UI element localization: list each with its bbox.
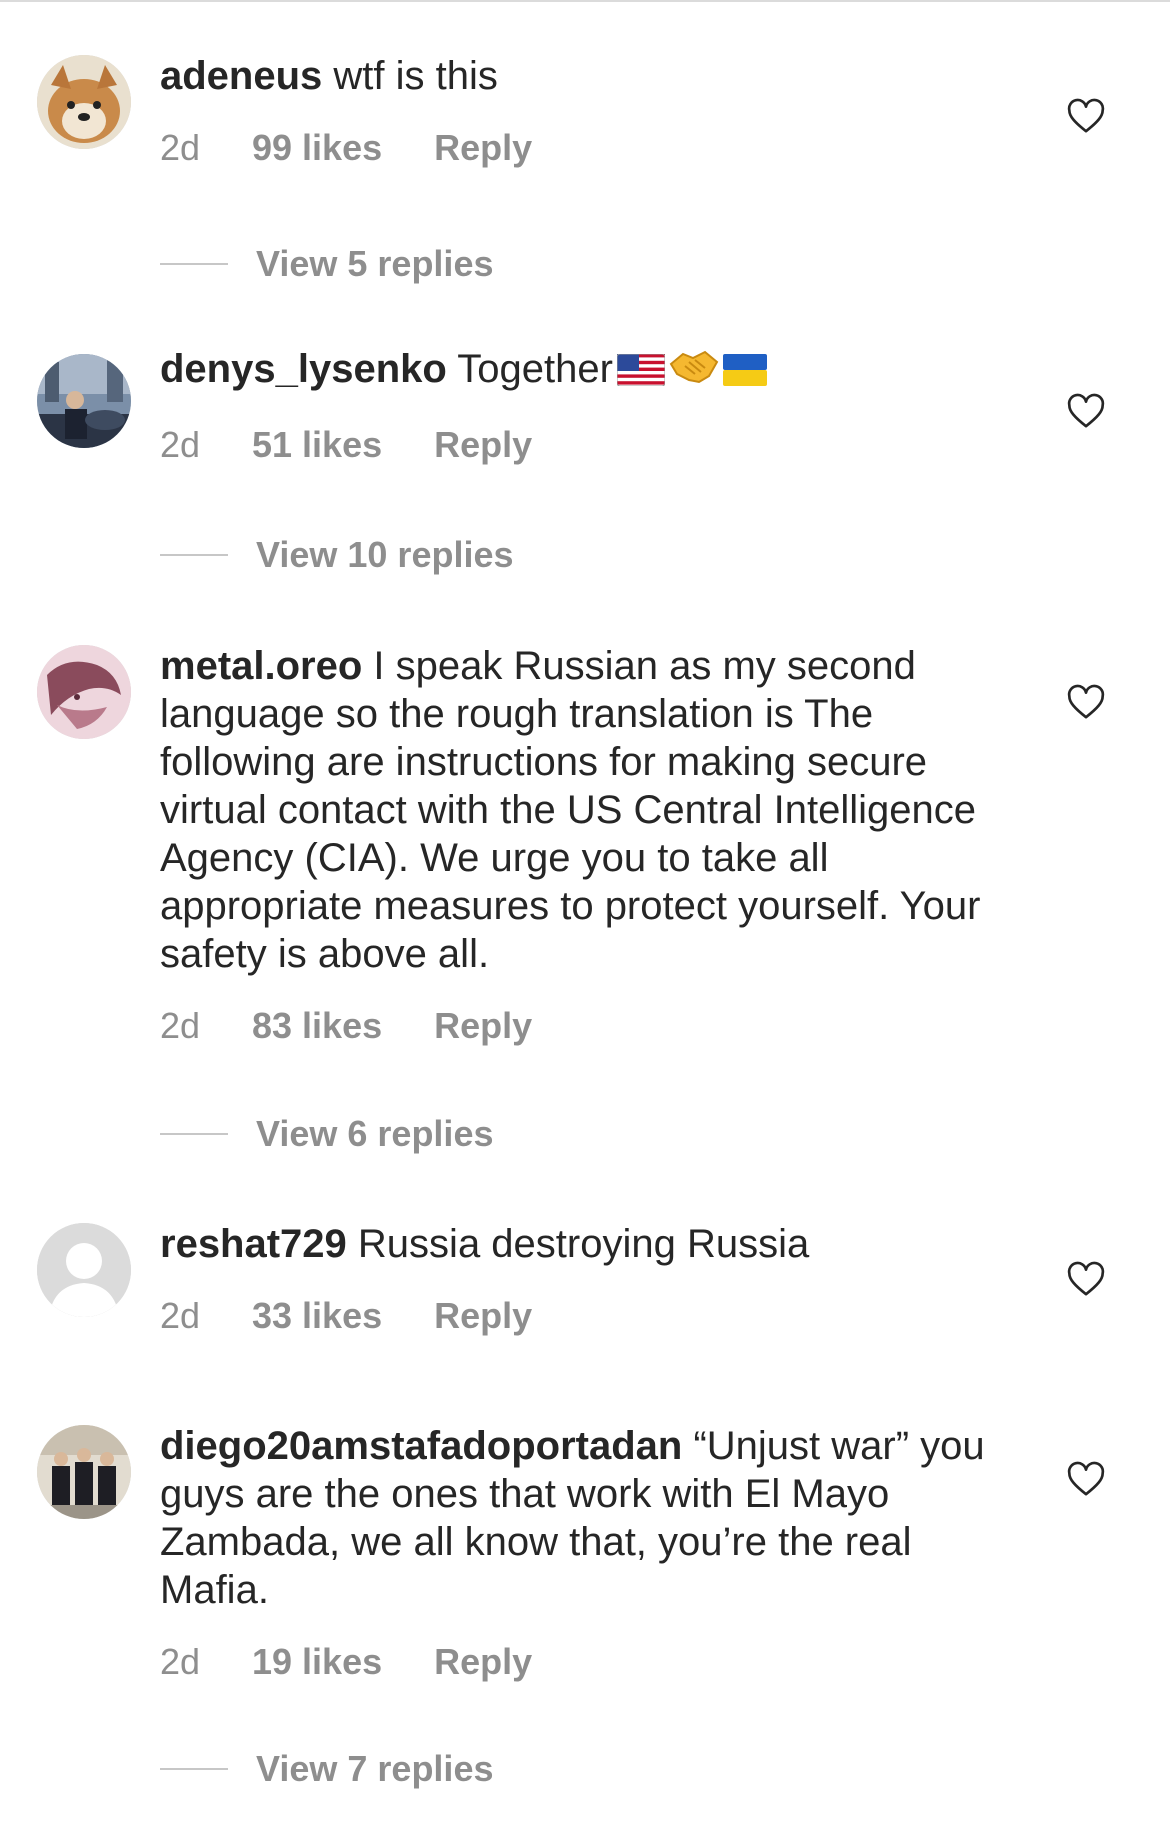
view-replies-button[interactable]: View 5 replies [160,240,493,288]
reply-button[interactable]: Reply [434,1292,532,1340]
comment-message: Russia destroying Russia [357,1222,810,1266]
comment-username[interactable]: diego20amstafadoportadan [160,1424,682,1468]
comment-likes[interactable]: 19 likes [252,1638,382,1686]
avatar[interactable] [37,354,131,448]
view-replies-button[interactable]: View 6 replies [160,1110,493,1158]
ukraine-flag-emoji [722,349,767,397]
comment-time: 2d [160,1005,201,1046]
comment-meta: 2d 19 likes Reply [160,1638,990,1686]
comment-meta: 2d 51 likes Reply [160,421,990,469]
comment-username[interactable]: adeneus [160,54,322,98]
comment-time: 2d [160,424,201,465]
view-replies-label: View 7 replies [256,1748,494,1789]
comment-text: denys_lysenko Together [160,345,990,397]
comment-text: reshat729 Russia destroying Russia [160,1220,990,1268]
comment-time: 2d [160,1295,201,1336]
view-replies-button[interactable]: View 7 replies [160,1745,493,1793]
comments-page: adeneus wtf is this 2d 99 likes Reply View… [0,0,1170,1827]
reply-button[interactable]: Reply [434,1638,532,1686]
comment-likes[interactable]: 51 likes [252,421,382,469]
reply-button[interactable]: Reply [434,124,532,172]
handshake-emoji [669,346,719,397]
heart-icon[interactable] [1066,1260,1106,1300]
view-replies-label: View 6 replies [256,1113,494,1154]
comment-likes[interactable]: 99 likes [252,124,382,172]
view-replies-button[interactable]: View 10 replies [160,531,514,579]
comment-text: diego20amstafadoportadan “Unjust war” yo… [160,1422,990,1614]
us-flag-emoji [616,349,666,397]
comment-likes[interactable]: 33 likes [252,1292,382,1340]
comment-message: I speak Russian as my second language so… [160,644,981,976]
top-divider [0,0,1170,2]
reply-button[interactable]: Reply [434,421,532,469]
comment-time: 2d [160,1641,201,1682]
view-replies-label: View 10 replies [256,534,514,575]
replies-divider-line [160,1768,228,1770]
avatar[interactable] [37,55,131,149]
comment-meta: 2d 33 likes Reply [160,1292,990,1340]
comment-username[interactable]: denys_lysenko [160,347,447,391]
comment-likes[interactable]: 83 likes [252,1002,382,1050]
comment-message: wtf is this [333,54,498,98]
avatar[interactable] [37,1223,131,1317]
view-replies-label: View 5 replies [256,243,494,284]
comment-meta: 2d 83 likes Reply [160,1002,990,1050]
comment-text: adeneus wtf is this [160,52,990,100]
comment-message: Together [457,347,613,391]
comment-username[interactable]: reshat729 [160,1222,347,1266]
avatar[interactable] [37,1425,131,1519]
comment-text: metal.oreo I speak Russian as my second … [160,642,990,978]
heart-icon[interactable] [1066,392,1106,432]
heart-icon[interactable] [1066,683,1106,723]
avatar[interactable] [37,645,131,739]
comment-username[interactable]: metal.oreo [160,644,362,688]
replies-divider-line [160,263,228,265]
reply-button[interactable]: Reply [434,1002,532,1050]
comment-meta: 2d 99 likes Reply [160,124,990,172]
replies-divider-line [160,1133,228,1135]
comment-time: 2d [160,127,201,168]
heart-icon[interactable] [1066,97,1106,137]
replies-divider-line [160,554,228,556]
heart-icon[interactable] [1066,1460,1106,1500]
